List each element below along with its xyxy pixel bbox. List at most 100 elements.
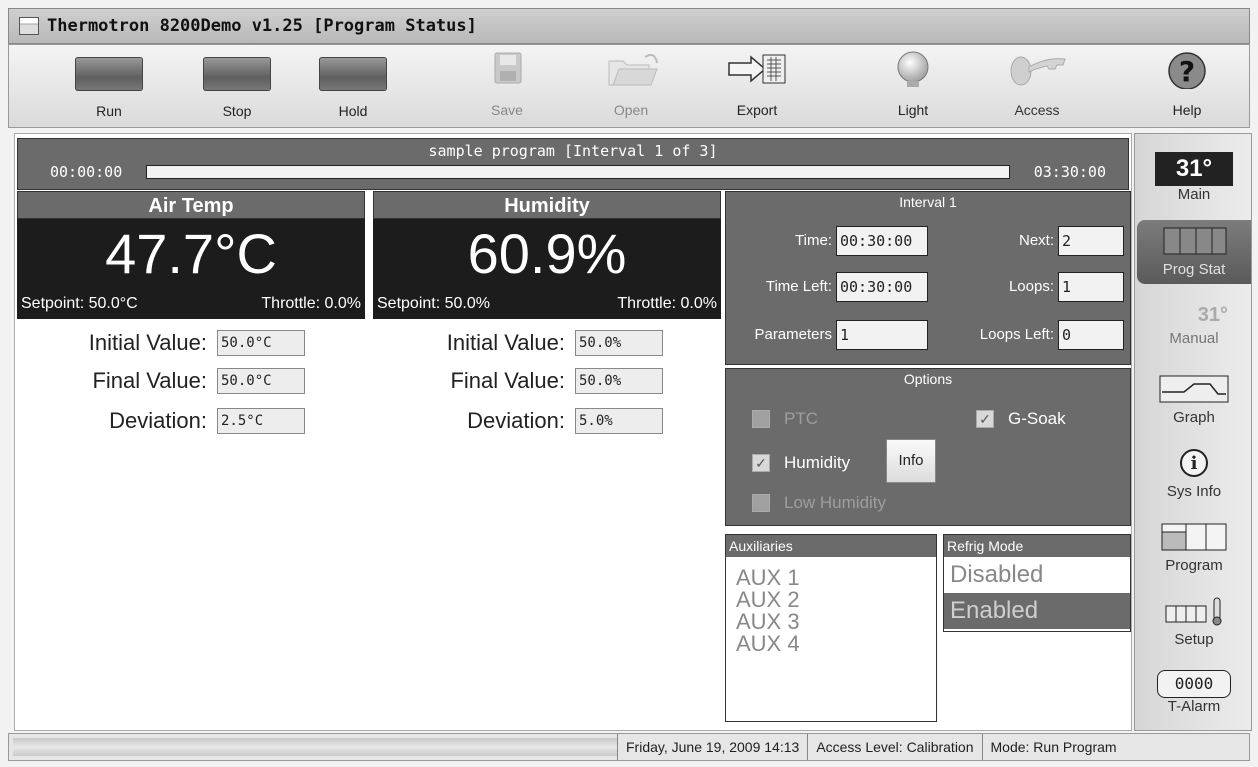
humidity-final-field[interactable]: 50.0%: [575, 368, 663, 394]
humidity-deviation-field[interactable]: 5.0%: [575, 408, 663, 434]
t-alarm-icon: 0000: [1157, 670, 1231, 698]
humidity-setpoint: Setpoint: 50.0%: [377, 295, 490, 312]
air-temp-value: 47.7°C: [17, 219, 365, 293]
program-progress-bar: sample program [Interval 1 of 3] 00:00:0…: [17, 138, 1129, 190]
title-bar: Thermotron 8200Demo v1.25 [Program Statu…: [8, 8, 1250, 44]
aux-item[interactable]: AUX 1: [726, 567, 936, 589]
low-humidity-check-box: [752, 494, 770, 512]
svg-text:?: ?: [1179, 55, 1195, 88]
export-icon: [728, 54, 786, 84]
window-title: Thermotron 8200Demo v1.25 [Program Statu…: [47, 16, 477, 36]
aux-item[interactable]: AUX 4: [726, 633, 936, 655]
run-button[interactable]: Run: [61, 49, 157, 125]
open-label: Open: [613, 102, 649, 118]
refrig-mode-header: Refrig Mode: [944, 535, 1130, 557]
air-temp-header: Air Temp: [17, 191, 365, 219]
hold-button[interactable]: Hold: [305, 49, 401, 125]
setup-icon: [1165, 597, 1222, 626]
air-temp-final-field[interactable]: 50.0°C: [217, 368, 305, 394]
next-field[interactable]: 2: [1058, 226, 1124, 256]
app-icon: [19, 17, 39, 35]
options-panel: Options PTC ✓ G-Soak ✓ Humidity Info Low…: [725, 368, 1131, 526]
program-progress-track: [146, 165, 1010, 179]
humidity-initial-field[interactable]: 50.0%: [575, 330, 663, 356]
humidity-readout: Humidity 60.9% Setpoint: 50.0% Throttle:…: [373, 191, 721, 319]
ptc-check-box: [752, 410, 770, 428]
air-temp-deviation-field[interactable]: 2.5°C: [217, 408, 305, 434]
low-humidity-checkbox[interactable]: Low Humidity: [752, 493, 886, 513]
key-icon: [1010, 56, 1066, 86]
humidity-deviation-row: Deviation: 5.0%: [365, 408, 663, 434]
light-label: Light: [897, 102, 929, 118]
time-left-field[interactable]: 00:30:00: [836, 272, 928, 302]
save-label: Save: [491, 102, 523, 118]
stop-label: Stop: [222, 103, 252, 119]
humidity-option-label: Humidity: [784, 453, 851, 472]
nav-setup[interactable]: Setup: [1137, 590, 1251, 654]
humidity-initial-row: Initial Value: 50.0%: [365, 330, 663, 356]
nav-manual-label: Manual: [1169, 330, 1219, 347]
air-temp-final-row: Final Value: 50.0°C: [15, 368, 305, 394]
status-progress-area: [13, 738, 617, 756]
aux-item[interactable]: AUX 3: [726, 611, 936, 633]
manual-gauge-icon: 31°: [1197, 304, 1228, 326]
graph-icon: [1159, 375, 1229, 403]
humidity-setpoint-row: Setpoint: 50.0% Throttle: 0.0%: [373, 293, 721, 319]
parameters-field[interactable]: 1: [836, 320, 928, 350]
export-label: Export: [736, 102, 778, 118]
light-bulb-icon: [897, 51, 929, 87]
air-temp-setpoint: Setpoint: 50.0°C: [21, 295, 138, 312]
status-bar: Friday, June 19, 2009 14:13 Access Level…: [8, 733, 1250, 761]
program-status-icon: [1163, 227, 1227, 255]
interval-panel: Interval 1 Time: 00:30:00 Time Left: 00:…: [725, 191, 1131, 365]
info-button[interactable]: Info: [886, 439, 936, 483]
time-label: Time:: [795, 232, 832, 249]
stop-button[interactable]: Stop: [189, 49, 285, 125]
low-humidity-label: Low Humidity: [784, 493, 887, 512]
info-icon: i: [1180, 449, 1208, 477]
nav-graph-label: Graph: [1173, 409, 1215, 426]
calendar-icon: [1161, 523, 1227, 551]
nav-manual[interactable]: 31° Manual: [1137, 294, 1251, 358]
status-access-level: Access Level: Calibration: [807, 734, 981, 760]
interval-title: Interval 1: [899, 194, 957, 210]
aux-item[interactable]: AUX 2: [726, 589, 936, 611]
program-name: sample program [Interval 1 of 3]: [428, 142, 718, 160]
nav-t-alarm-label: T-Alarm: [1167, 698, 1221, 715]
access-button[interactable]: Access: [989, 49, 1085, 125]
humidity-checkbox[interactable]: ✓ Humidity: [752, 453, 850, 473]
nav-main[interactable]: 31° Main: [1137, 146, 1251, 210]
g-soak-checkbox[interactable]: ✓ G-Soak: [976, 409, 1066, 429]
light-button[interactable]: Light: [865, 49, 961, 125]
nav-prog-stat[interactable]: Prog Stat: [1137, 220, 1251, 284]
ptc-checkbox[interactable]: PTC: [752, 409, 818, 429]
program-status-panel: sample program [Interval 1 of 3] 00:00:0…: [14, 133, 1132, 731]
humidity-check-icon: ✓: [752, 454, 770, 472]
save-button[interactable]: Save: [459, 49, 555, 125]
export-button[interactable]: Export: [709, 49, 805, 125]
nav-graph[interactable]: Graph: [1137, 368, 1251, 432]
refrig-enabled-option[interactable]: Enabled: [944, 593, 1130, 629]
open-folder-icon: [608, 54, 658, 86]
toolbar: Run Stop Hold Save Open Export Light Acc…: [8, 44, 1250, 128]
humidity-deviation-label: Deviation:: [467, 408, 565, 433]
open-button[interactable]: Open: [583, 49, 679, 125]
nav-sys-info-label: Sys Info: [1166, 483, 1222, 500]
loops-field[interactable]: 1: [1058, 272, 1124, 302]
time-field[interactable]: 00:30:00: [836, 226, 928, 256]
save-icon: [494, 52, 522, 84]
nav-program-label: Program: [1165, 557, 1223, 574]
nav-main-label: Main: [1177, 186, 1211, 203]
humidity-value: 60.9%: [373, 219, 721, 293]
nav-sys-info[interactable]: i Sys Info: [1137, 442, 1251, 506]
air-temp-final-label: Final Value:: [92, 368, 207, 393]
air-temp-initial-row: Initial Value: 50.0°C: [15, 330, 305, 356]
humidity-header: Humidity: [373, 191, 721, 219]
help-button[interactable]: ? Help: [1139, 49, 1235, 125]
refrig-disabled-option[interactable]: Disabled: [944, 557, 1130, 593]
air-temp-initial-field[interactable]: 50.0°C: [217, 330, 305, 356]
nav-t-alarm[interactable]: 0000 T-Alarm: [1137, 664, 1251, 728]
stop-icon: [203, 57, 271, 91]
nav-program[interactable]: Program: [1137, 516, 1251, 580]
loops-left-field[interactable]: 0: [1058, 320, 1124, 350]
